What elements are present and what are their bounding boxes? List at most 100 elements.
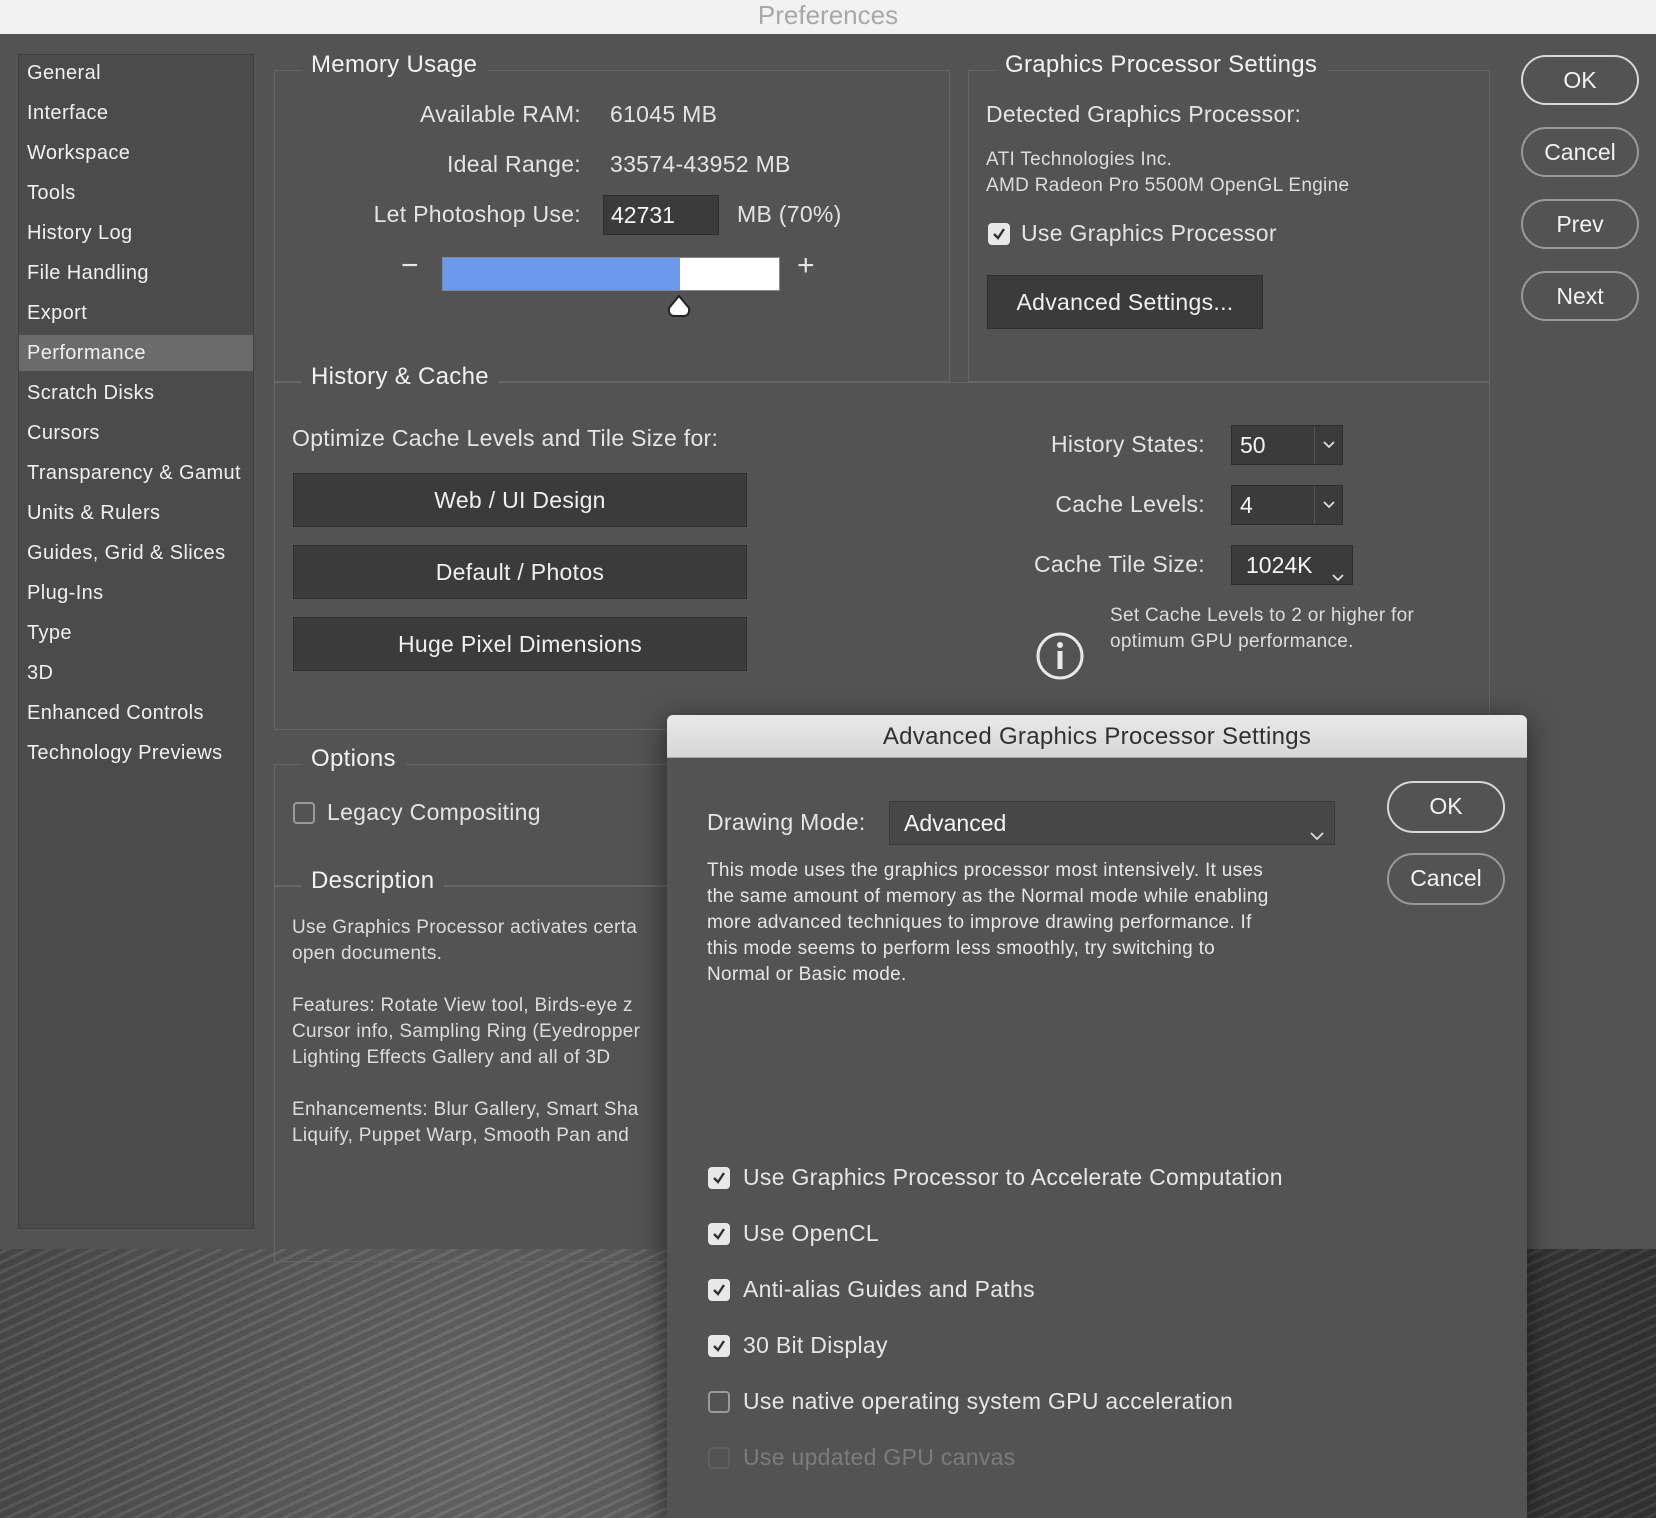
gpu-settings-group: Graphics Processor Settings Detected Gra…	[968, 51, 1490, 382]
sidebar-item-guides-grid-slices[interactable]: Guides, Grid & Slices	[19, 535, 253, 571]
history-states-combo[interactable]: 50	[1231, 425, 1343, 465]
sidebar-item-scratch-disks[interactable]: Scratch Disks	[19, 375, 253, 411]
history-states-label: History States:	[1050, 431, 1205, 457]
chevron-down-icon[interactable]	[1314, 486, 1342, 524]
prev-button[interactable]: Prev	[1521, 199, 1639, 249]
legacy-compositing-checkbox[interactable]	[293, 802, 315, 824]
use-opencl-checkbox[interactable]	[708, 1223, 730, 1245]
ideal-range-value: 33574-43952 MB	[610, 151, 791, 177]
sidebar-item-history-log[interactable]: History Log	[19, 215, 253, 251]
sidebar-item-tools[interactable]: Tools	[19, 175, 253, 211]
updated-gpu-canvas-label: Use updated GPU canvas	[743, 1444, 1016, 1470]
chevron-down-icon[interactable]	[1310, 820, 1324, 847]
drawing-mode-description: Normal or Basic mode.	[707, 964, 907, 985]
updated-gpu-canvas-checkbox	[708, 1447, 730, 1469]
let-photoshop-use-input[interactable]: 42731	[603, 195, 719, 235]
ideal-range-label: Ideal Range:	[446, 151, 581, 177]
cache-info-line2: optimum GPU performance.	[1110, 631, 1354, 652]
window-title: Preferences	[0, 0, 1656, 35]
native-gpu-acceleration-label: Use native operating system GPU accelera…	[743, 1388, 1234, 1414]
sidebar-item-technology-previews[interactable]: Technology Previews	[19, 735, 253, 771]
chevron-down-icon[interactable]	[1332, 561, 1344, 588]
drawing-mode-description: this mode seems to perform less smoothly…	[707, 938, 1216, 959]
sidebar-item-cursors[interactable]: Cursors	[19, 415, 253, 451]
advanced-gpu-dialog: Advanced Graphics Processor Settings Dra…	[667, 715, 1527, 1518]
description-line: Lighting Effects Gallery and all of 3D	[292, 1047, 611, 1068]
cache-tile-size-combo[interactable]: 1024K	[1231, 545, 1353, 585]
sidebar-item-performance[interactable]: Performance	[19, 335, 253, 371]
memory-decrease-button[interactable]: −	[401, 249, 419, 283]
accelerate-computation-label: Use Graphics Processor to Accelerate Com…	[743, 1164, 1283, 1190]
gpu-model: AMD Radeon Pro 5500M OpenGL Engine	[986, 175, 1350, 196]
let-photoshop-use-label: Let Photoshop Use:	[373, 201, 581, 227]
description-line: open documents.	[292, 943, 443, 964]
drawing-mode-description: This mode uses the graphics processor mo…	[707, 860, 1264, 881]
use-gpu-label: Use Graphics Processor	[1021, 220, 1277, 246]
gpu-settings-legend: Graphics Processor Settings	[995, 51, 1328, 79]
sidebar-item-interface[interactable]: Interface	[19, 95, 253, 131]
description-legend: Description	[301, 867, 445, 895]
advanced-dialog-title: Advanced Graphics Processor Settings	[667, 715, 1527, 758]
sidebar-item-units-rulers[interactable]: Units & Rulers	[19, 495, 253, 531]
cache-tile-size-label: Cache Tile Size:	[1034, 551, 1205, 577]
cache-levels-combo[interactable]: 4	[1231, 485, 1343, 525]
memory-increase-button[interactable]: +	[797, 249, 815, 283]
huge-pixel-dimensions-button[interactable]: Huge Pixel Dimensions	[293, 617, 747, 671]
options-legend: Options	[301, 745, 406, 773]
detected-gpu-label: Detected Graphics Processor:	[986, 101, 1302, 127]
available-ram-label: Available RAM:	[419, 101, 581, 127]
accelerate-computation-checkbox[interactable]	[708, 1167, 730, 1189]
next-button[interactable]: Next	[1521, 271, 1639, 321]
description-line: Liquify, Puppet Warp, Smooth Pan and	[292, 1125, 630, 1146]
description-line: Cursor info, Sampling Ring (Eyedropper	[292, 1021, 641, 1042]
description-group: Description Use Graphics Processor activ…	[274, 867, 694, 1262]
memory-usage-legend: Memory Usage	[301, 51, 488, 79]
available-ram-value: 61045 MB	[610, 101, 718, 127]
drawing-mode-label: Drawing Mode:	[707, 809, 866, 835]
use-opencl-label: Use OpenCL	[743, 1220, 879, 1246]
advanced-cancel-button[interactable]: Cancel	[1387, 853, 1505, 905]
cache-levels-value: 4	[1240, 492, 1253, 518]
drawing-mode-select[interactable]: Advanced	[889, 801, 1335, 845]
history-states-value: 50	[1240, 432, 1266, 458]
ok-button[interactable]: OK	[1521, 55, 1639, 105]
anti-alias-label: Anti-alias Guides and Paths	[743, 1276, 1035, 1302]
sidebar-item-export[interactable]: Export	[19, 295, 253, 331]
cache-levels-label: Cache Levels:	[1055, 491, 1205, 517]
sidebar-item-file-handling[interactable]: File Handling	[19, 255, 253, 291]
cache-info-line1: Set Cache Levels to 2 or higher for	[1110, 605, 1415, 626]
advanced-settings-button[interactable]: Advanced Settings...	[987, 275, 1263, 329]
30-bit-display-label: 30 Bit Display	[743, 1332, 888, 1358]
drawing-mode-description: the same amount of memory as the Normal …	[707, 886, 1269, 907]
sidebar-item-3d[interactable]: 3D	[19, 655, 253, 691]
default-photos-button[interactable]: Default / Photos	[293, 545, 747, 599]
advanced-ok-button[interactable]: OK	[1387, 781, 1505, 833]
drawing-mode-description: more advanced techniques to improve draw…	[707, 912, 1252, 933]
sidebar-item-plug-ins[interactable]: Plug-Ins	[19, 575, 253, 611]
description-line: Features: Rotate View tool, Birds-eye z	[292, 995, 633, 1016]
memory-usage-group: Memory Usage Available RAM: 61045 MB Ide…	[274, 51, 950, 382]
sidebar: General Interface Workspace Tools Histor…	[18, 54, 254, 1229]
legacy-compositing-label: Legacy Compositing	[327, 799, 541, 825]
30-bit-display-checkbox[interactable]	[708, 1335, 730, 1357]
web-ui-design-button[interactable]: Web / UI Design	[293, 473, 747, 527]
use-gpu-checkbox[interactable]	[988, 223, 1010, 245]
memory-slider-track[interactable]	[442, 257, 780, 291]
description-line: Enhancements: Blur Gallery, Smart Sha	[292, 1099, 639, 1120]
gpu-vendor: ATI Technologies Inc.	[986, 149, 1173, 170]
description-line: Use Graphics Processor activates certa	[292, 917, 638, 938]
sidebar-item-workspace[interactable]: Workspace	[19, 135, 253, 171]
sidebar-item-enhanced-controls[interactable]: Enhanced Controls	[19, 695, 253, 731]
history-cache-legend: History & Cache	[301, 363, 499, 391]
anti-alias-checkbox[interactable]	[708, 1279, 730, 1301]
cancel-button[interactable]: Cancel	[1521, 127, 1639, 177]
sidebar-item-transparency-gamut[interactable]: Transparency & Gamut	[19, 455, 253, 491]
info-icon	[1035, 631, 1085, 681]
memory-slider-thumb[interactable]	[667, 294, 691, 317]
native-gpu-acceleration-checkbox[interactable]	[708, 1391, 730, 1413]
history-cache-group: History & Cache Optimize Cache Levels an…	[274, 363, 1490, 730]
sidebar-item-type[interactable]: Type	[19, 615, 253, 651]
sidebar-item-general[interactable]: General	[19, 55, 253, 91]
chevron-down-icon[interactable]	[1314, 426, 1342, 464]
cache-tile-size-value: 1024K	[1246, 552, 1313, 578]
